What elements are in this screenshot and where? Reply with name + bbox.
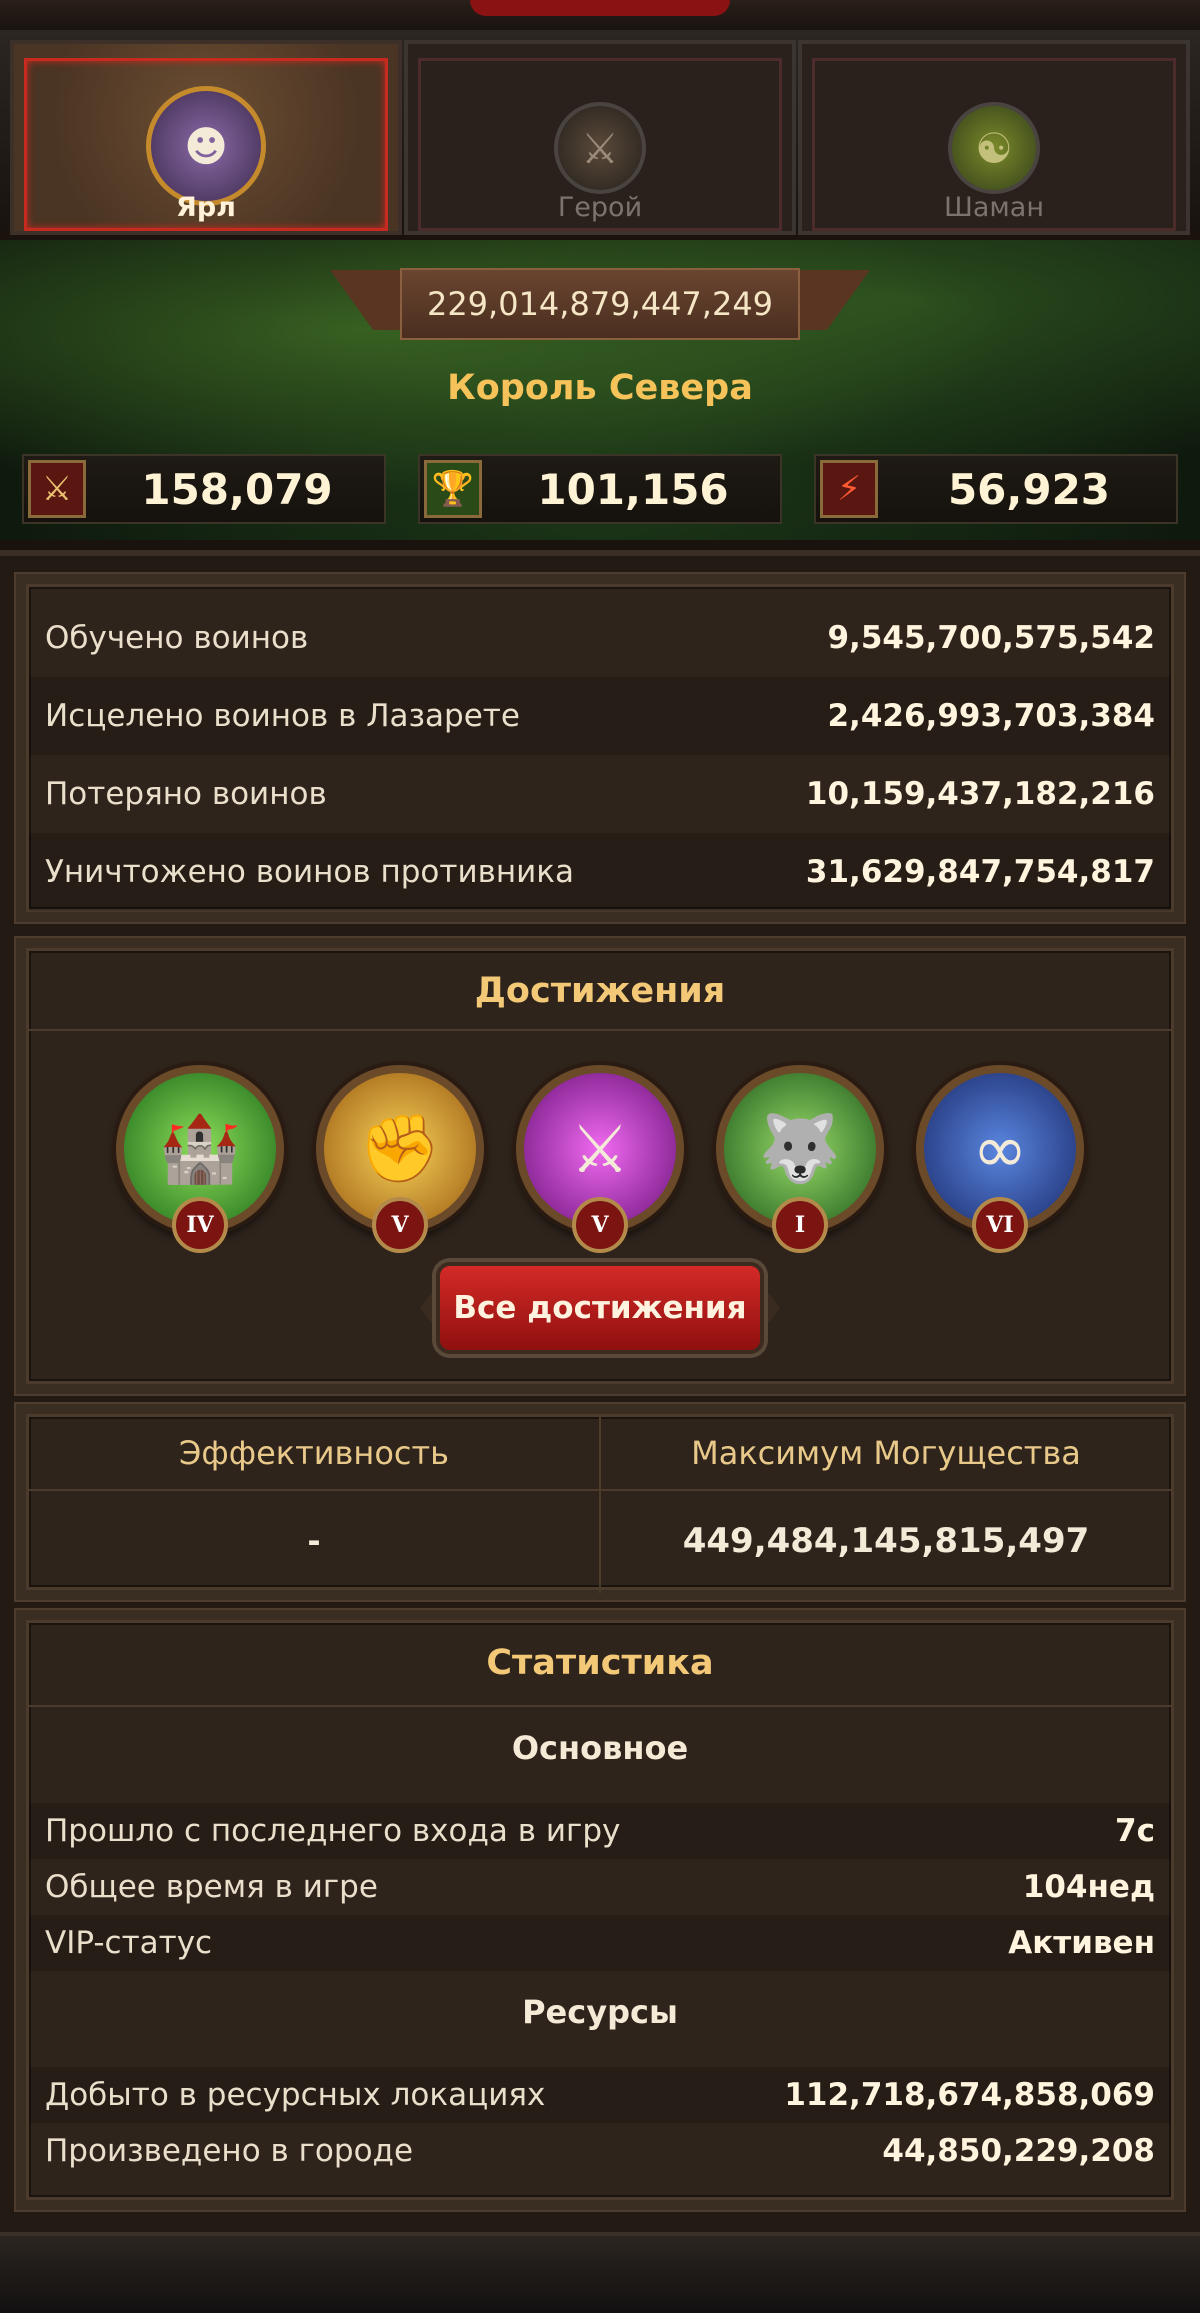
resources-section-title: Ресурсы [522,1993,678,2031]
stat-row-total-time: Общее время в игре 104нед [45,1869,1155,1905]
stat-row-trained: Обучено воинов 9,545,700,575,542 [45,620,1155,656]
kills-value: 158,079 [141,464,333,514]
bottom-bar [0,2232,1200,2313]
stat-row-last-login: Прошло с последнего входа в игру 7с [29,1803,1171,1859]
tab-label: Ярл [176,192,236,223]
trophy-icon: 🏆 [424,460,482,518]
max-power-value: 449,484,145,815,497 [682,1521,1090,1561]
efficiency-value: - [307,1522,321,1560]
stat-row-vip-status: VIP-статус Активен [29,1915,1171,1971]
all-achievements-button[interactable]: Все достижения [436,1262,764,1354]
tab-label: Герой [557,192,643,223]
player-title: Король Севера [447,368,753,408]
achievement-rank: V [572,1197,628,1253]
max-power-header: Максимум Могущества [691,1434,1081,1472]
achievement-rank: IV [172,1197,228,1253]
tab-hero[interactable]: ⚔ Герой [404,40,796,235]
tab-jarl[interactable]: ☻ Ярл [10,40,402,235]
achievement-rank: V [372,1197,428,1253]
basic-section-title: Основное [511,1729,689,1767]
kills-stat: ⚔ 158,079 [22,454,386,524]
defense-value: 56,923 [947,464,1111,514]
shaman-avatar-icon: ☯ [948,102,1040,194]
tab-shaman[interactable]: ☯ Шаман [798,40,1190,235]
top-ornament [470,0,730,16]
trophies-stat: 🏆 101,156 [418,454,782,524]
stat-row-lost: Потеряно воинов 10,159,437,182,216 [45,776,1155,812]
hooded-jarl-avatar-icon: ☻ [146,86,266,206]
warriors-stats-frame: Обучено воинов 9,545,700,575,542 Исцелен… [26,584,1174,912]
defense-stat: ⚡ 56,923 [814,454,1178,524]
power-value: 229,014,879,447,249 [400,268,800,340]
stat-row-city-production: Произведено в городе 44,850,229,208 [45,2133,1155,2169]
achievement-rank: VI [972,1197,1028,1253]
stat-row-healed: Исцелено воинов в Лазарете 2,426,993,703… [29,677,1171,755]
stat-row-destroyed: Уничтожено воинов противника 31,629,847,… [29,833,1171,911]
efficiency-frame: Эффективность Максимум Могущества - 449,… [26,1414,1174,1593]
trophies-value: 101,156 [537,464,729,514]
achievements-title: Достижения [474,971,726,1011]
warrior-hero-avatar-icon: ⚔ [554,102,646,194]
tab-label: Шаман [944,192,1044,223]
broken-shield-icon: ⚡ [820,460,878,518]
crossed-swords-icon: ⚔ [28,460,86,518]
statistics-title: Статистика [486,1643,714,1683]
statistics-frame: Статистика Основное Прошло с последнего … [26,1620,1174,2200]
efficiency-header: Эффективность [179,1434,449,1472]
stat-row-mined-resources: Добыто в ресурсных локациях 112,718,674,… [29,2067,1171,2123]
achievement-rank: I [772,1197,828,1253]
